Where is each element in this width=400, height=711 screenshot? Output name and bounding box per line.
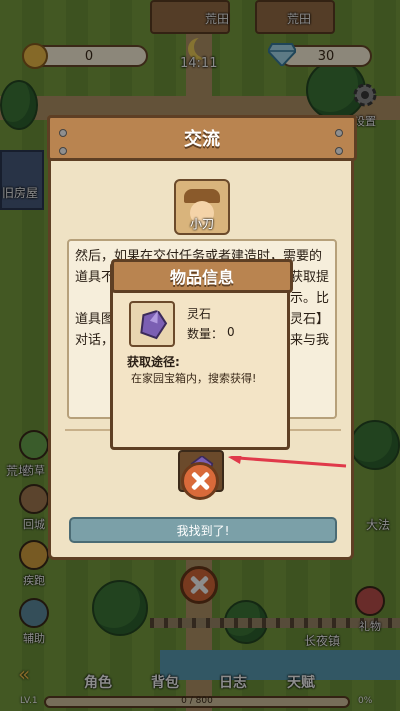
nail-decoration <box>59 129 67 137</box>
nail-decoration <box>335 147 343 155</box>
pointer-arrow-icon <box>228 456 347 468</box>
close-icon <box>191 472 209 490</box>
item-name: 灵石 <box>187 307 212 321</box>
nail-decoration <box>335 129 343 137</box>
item-popup-title: 物品信息 <box>111 259 293 293</box>
item-count-label: 数量： <box>187 327 224 341</box>
dialog-fragment: 获取提 <box>289 270 329 285</box>
dialog-title: 交流 <box>47 115 357 161</box>
dialog-line: 对话， <box>75 333 115 348</box>
close-item-popup-button[interactable] <box>181 462 219 500</box>
dialog-line: 道具不 <box>75 270 115 285</box>
obtain-method-description: 在家园宝箱内，搜索获得! <box>131 372 257 385</box>
dialog-fragment: 来与我 <box>289 333 329 348</box>
obtain-method-title: 获取途径: <box>127 355 180 369</box>
dialog-line: 道具图 <box>75 312 115 327</box>
spirit-stone-icon <box>140 309 168 340</box>
item-info-popup: 物品信息 灵石 数量： 0 获取途径: 在家园宝箱内，搜索获得! <box>110 259 293 450</box>
item-icon-frame <box>129 301 175 347</box>
item-count-value: 0 <box>227 325 235 339</box>
npc-name: 小刀 <box>189 217 214 231</box>
dialog-fragment: 灵石】 <box>289 312 329 327</box>
found-it-button[interactable]: 我找到了! <box>69 517 337 543</box>
nail-decoration <box>59 147 67 155</box>
dialog-fragment: 示。比 <box>289 291 329 306</box>
